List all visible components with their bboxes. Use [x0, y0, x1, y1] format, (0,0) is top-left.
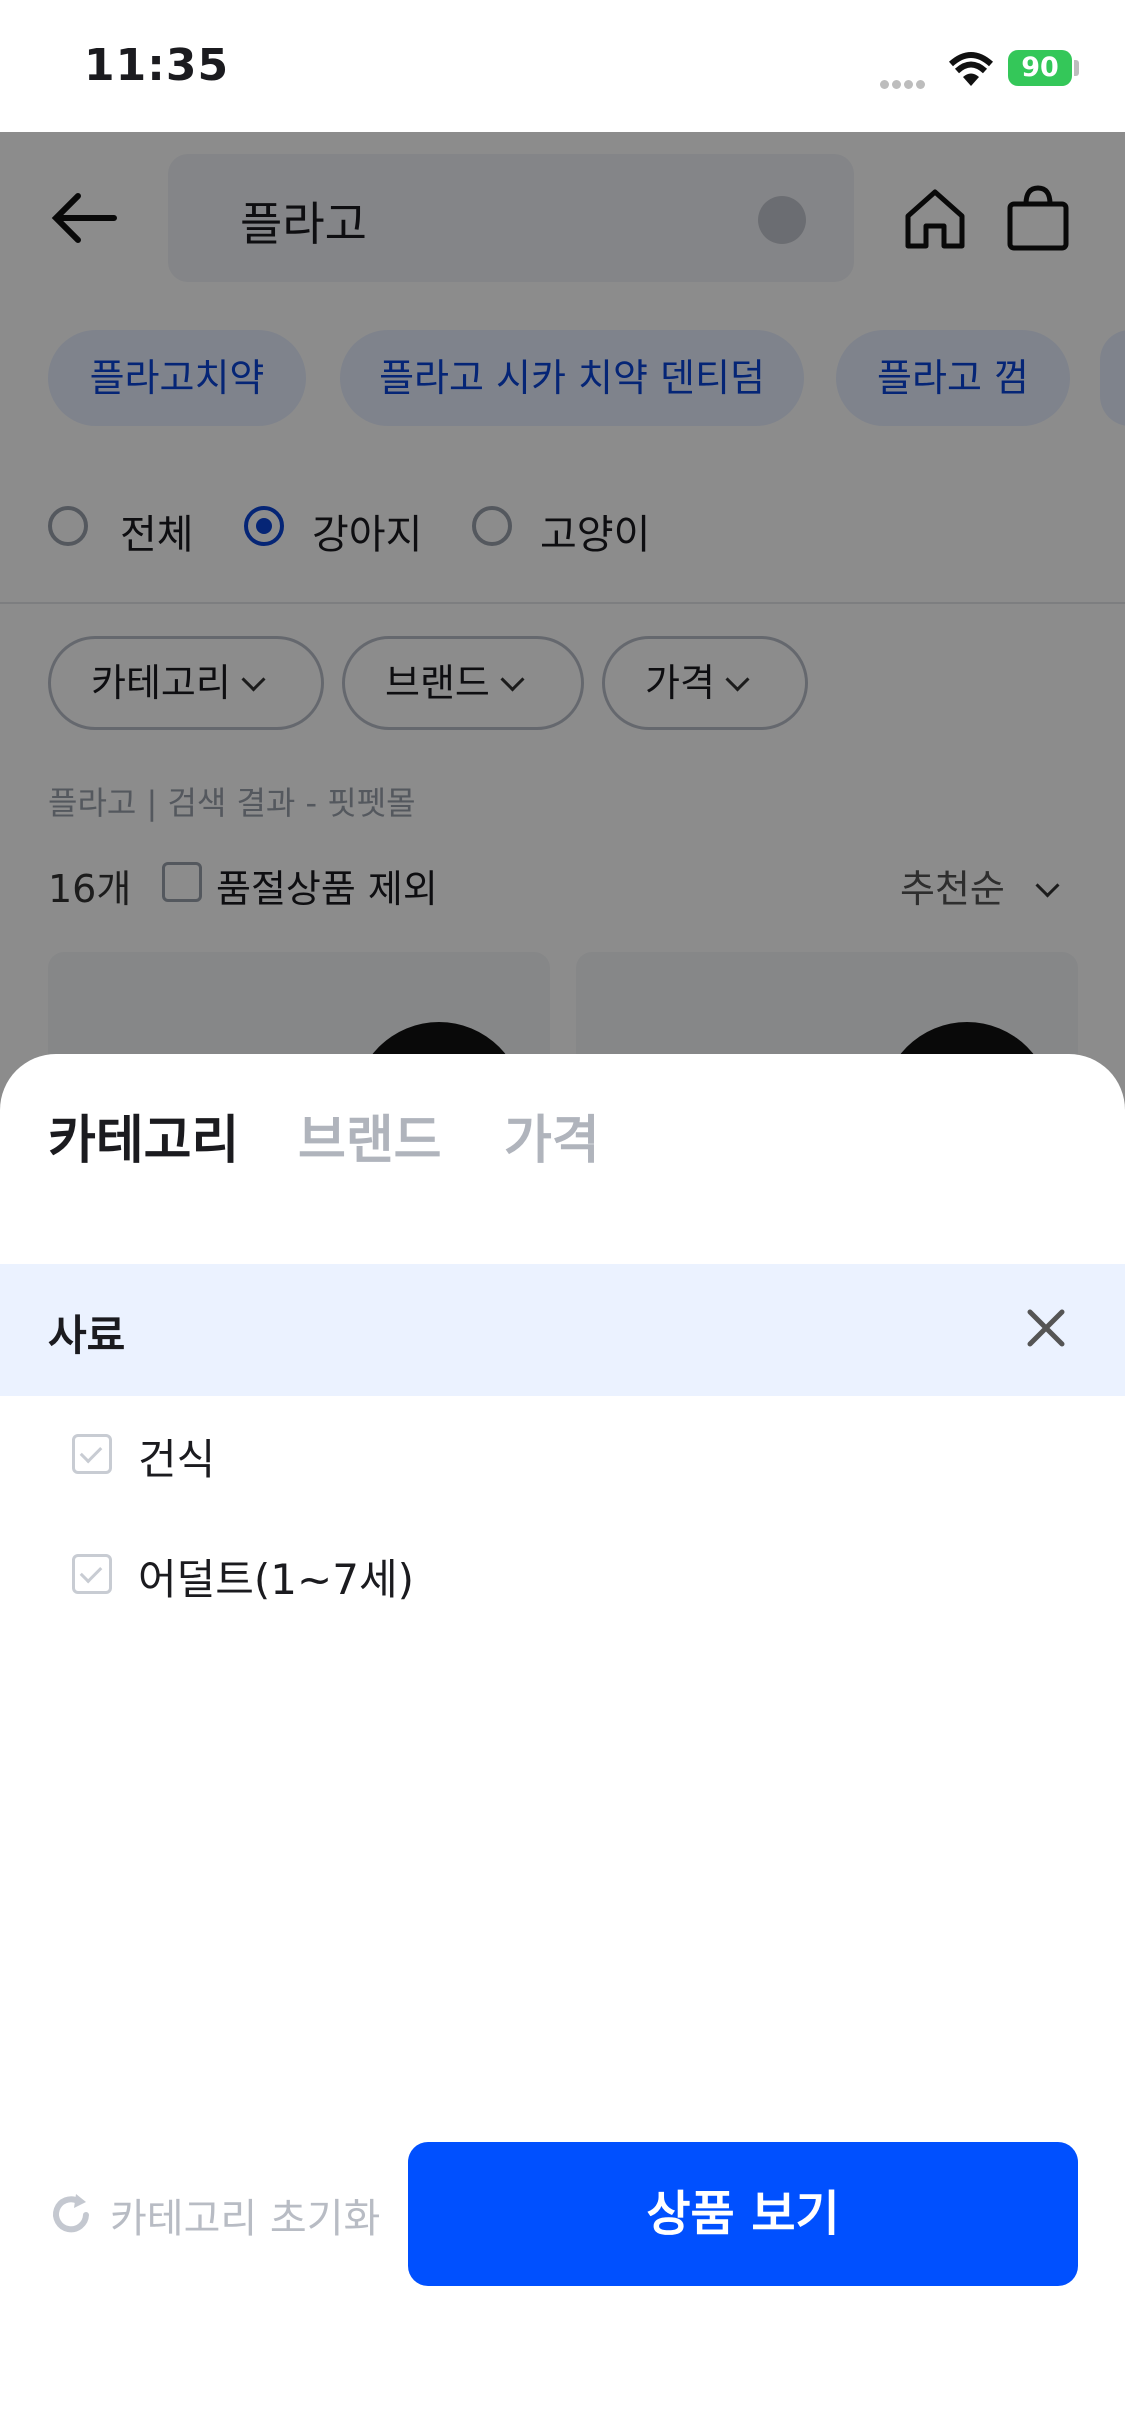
option-checkbox-adult[interactable] [72, 1554, 112, 1594]
tab-price[interactable]: 가격 [504, 1098, 600, 1173]
tab-brand[interactable]: 브랜드 [298, 1098, 442, 1173]
reset-category-label: 카테고리 초기화 [110, 2196, 381, 2242]
option-label-adult: 어덜트(1~7세) [138, 1555, 414, 1604]
check-icon [79, 1560, 103, 1584]
check-icon [79, 1440, 103, 1464]
selected-category-title: 사료 [48, 1311, 126, 1360]
battery-icon: 90 [1008, 50, 1072, 86]
signal-icon [880, 74, 928, 93]
wifi-icon [948, 52, 994, 92]
tab-category[interactable]: 카테고리 [48, 1098, 239, 1173]
status-time: 11:35 [84, 40, 230, 91]
option-label-dry: 건식 [138, 1435, 216, 1484]
selected-category-bar [0, 1264, 1125, 1396]
option-checkbox-dry[interactable] [72, 1434, 112, 1474]
battery-tip [1074, 60, 1079, 76]
refresh-icon [53, 2194, 89, 2233]
view-products-button[interactable]: 상품 보기 [408, 2142, 1078, 2286]
close-icon[interactable] [1024, 1306, 1068, 1354]
reset-category-button[interactable]: 카테고리 초기화 [48, 2186, 380, 2244]
